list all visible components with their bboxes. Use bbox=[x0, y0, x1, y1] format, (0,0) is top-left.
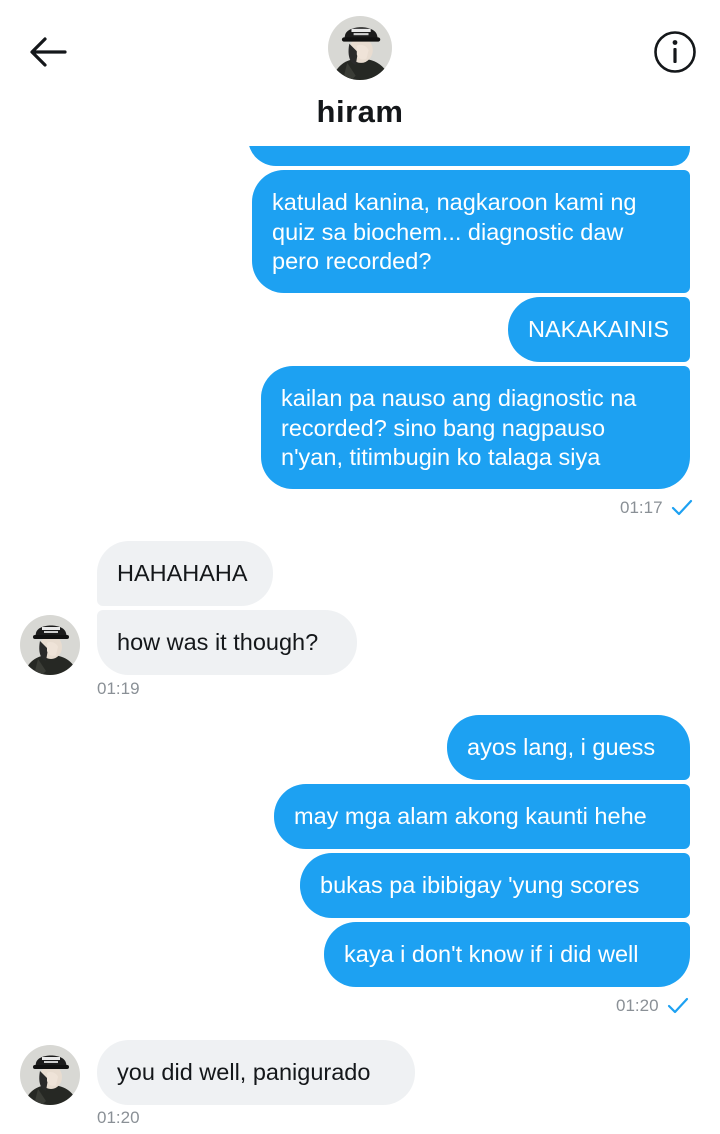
contact-avatar[interactable] bbox=[20, 1045, 80, 1105]
timestamp-text: 01:20 bbox=[97, 1108, 140, 1127]
timestamp-text: 01:20 bbox=[616, 996, 659, 1015]
info-circle-icon bbox=[654, 31, 696, 73]
avatar-image bbox=[328, 16, 392, 80]
timestamp-sent: 01:20 bbox=[616, 996, 689, 1016]
header-avatar[interactable] bbox=[328, 16, 392, 80]
message-bubble-incoming[interactable]: how was it though? bbox=[97, 610, 357, 675]
check-icon bbox=[671, 499, 692, 516]
timestamp-received: 01:20 bbox=[97, 1108, 140, 1128]
timestamp-text: 01:17 bbox=[620, 498, 663, 517]
message-bubble-outgoing[interactable]: may mga alam akong kaunti hehe bbox=[274, 784, 690, 849]
avatar-image bbox=[20, 1045, 80, 1105]
contact-avatar[interactable] bbox=[20, 615, 80, 675]
info-button[interactable] bbox=[652, 29, 698, 75]
message-bubble-outgoing[interactable]: kailan pa nauso ang diagnostic na record… bbox=[261, 366, 690, 489]
message-bubble-outgoing[interactable]: bukas pa ibibigay 'yung scores bbox=[300, 853, 690, 918]
message-bubble-outgoing[interactable]: kaya i don't know if i did well bbox=[324, 922, 690, 987]
arrow-left-icon bbox=[30, 37, 67, 67]
conversation-title[interactable]: hiram bbox=[0, 94, 720, 130]
timestamp-text: 01:19 bbox=[97, 679, 140, 698]
conversation-header: hiram bbox=[0, 0, 720, 146]
message-bubble-outgoing[interactable]: ayos lang, i guess bbox=[447, 715, 690, 780]
message-thread[interactable]: katulad kanina, nagkaroon kami ng quiz s… bbox=[0, 0, 720, 1134]
message-bubble-outgoing[interactable]: katulad kanina, nagkaroon kami ng quiz s… bbox=[252, 170, 690, 293]
message-bubble-incoming[interactable]: HAHAHAHA bbox=[97, 541, 273, 606]
message-bubble-incoming[interactable]: you did well, panigurado bbox=[97, 1040, 415, 1105]
back-button[interactable] bbox=[26, 32, 70, 72]
timestamp-received: 01:19 bbox=[97, 679, 140, 699]
avatar-image bbox=[20, 615, 80, 675]
message-bubble-outgoing[interactable]: NAKAKAINIS bbox=[508, 297, 690, 362]
check-icon bbox=[667, 997, 688, 1014]
timestamp-sent: 01:17 bbox=[620, 498, 693, 518]
